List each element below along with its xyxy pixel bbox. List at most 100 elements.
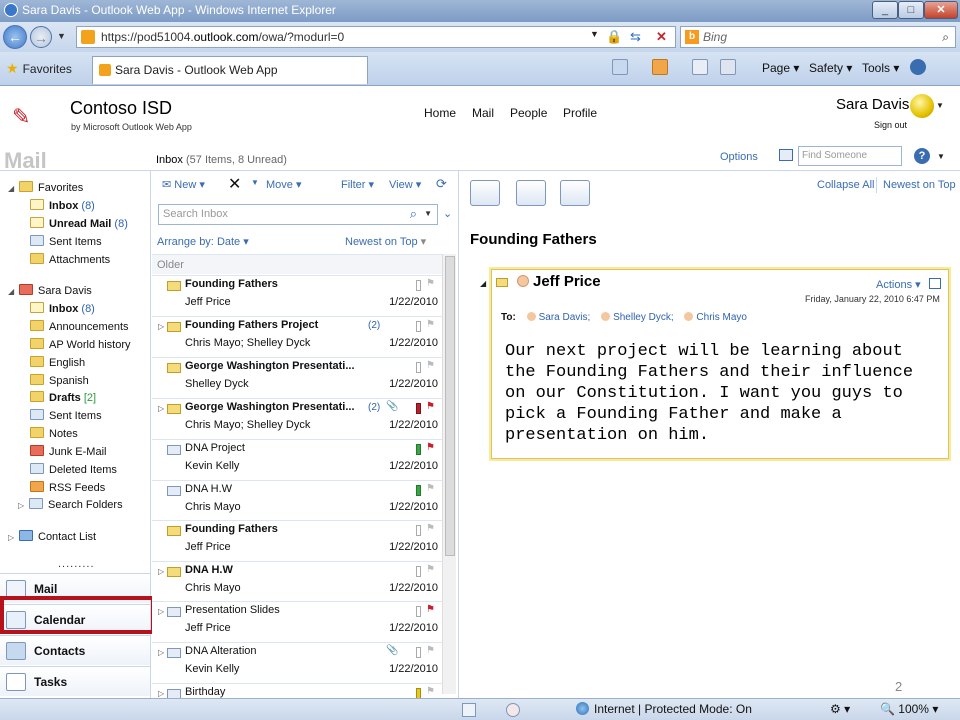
search-inbox-input[interactable]: Search Inbox ⌕ ▼ [158, 204, 438, 225]
tools-menu[interactable]: Tools ▾ [862, 61, 899, 75]
flag-icon[interactable]: ⚑ [426, 483, 435, 494]
recipient[interactable]: Shelley Dyck; [601, 312, 674, 323]
flag-icon[interactable]: ⚑ [426, 442, 435, 453]
help-chevron-icon[interactable]: ▼ [937, 152, 945, 161]
nav-people[interactable]: People [510, 106, 547, 120]
message-row[interactable]: ▷ Founding Fathers Project (2) Chris May… [152, 316, 442, 356]
expand-conversation-icon[interactable]: ▷ [158, 322, 164, 331]
sidebar-item-search-folders[interactable]: ▷ Search Folders [18, 498, 123, 511]
actions-menu[interactable]: Actions ▾ [876, 278, 921, 291]
safety-menu[interactable]: Safety ▾ [809, 61, 852, 75]
sign-out-link[interactable]: Sign out [874, 120, 907, 130]
minimize-button[interactable]: _ [872, 1, 898, 19]
sidebar-item-spanish[interactable]: Spanish [30, 374, 89, 387]
sidebar-item-rss[interactable]: RSS Feeds [30, 481, 105, 494]
nav-tasks-button[interactable]: Tasks [0, 666, 150, 696]
conversation-order-link[interactable]: Newest on Top [883, 179, 956, 191]
expand-search-icon[interactable]: ⌄ [443, 207, 452, 220]
sort-order[interactable]: Newest on Top ▾ [345, 235, 426, 248]
delete-icon[interactable]: ✕ [228, 174, 241, 194]
message-row[interactable]: ▷ Birthday ⚑ [152, 683, 442, 698]
home-icon[interactable] [612, 59, 628, 75]
flag-icon[interactable]: ⚑ [426, 564, 435, 575]
history-dropdown-icon[interactable]: ▼ [57, 31, 66, 41]
category-icon[interactable] [416, 688, 421, 698]
sidebar-item-drafts[interactable]: Drafts [2] [30, 391, 96, 404]
filter-button[interactable]: Filter ▾ [341, 178, 374, 191]
expand-conversation-icon[interactable]: ▷ [158, 689, 164, 698]
user-menu-chevron-icon[interactable]: ▼ [936, 101, 944, 110]
category-icon[interactable] [416, 647, 421, 658]
category-icon[interactable] [416, 566, 421, 577]
mail-icon[interactable] [692, 59, 708, 75]
search-icon[interactable]: ⌕ [410, 206, 417, 222]
arrange-by[interactable]: Arrange by: Date ▾ [157, 235, 249, 248]
presence-status-icon[interactable] [910, 94, 934, 118]
sidebar-item-unread-mail[interactable]: Unread Mail (8) [30, 217, 128, 230]
reply-icon[interactable] [470, 180, 500, 206]
user-name[interactable]: Sara Davis [836, 96, 909, 113]
message-row[interactable]: ▷ DNA Alteration 📎 Kevin Kelly 1/22/2010… [152, 642, 442, 682]
flag-icon[interactable]: ⚑ [426, 645, 435, 656]
sidebar-item-announcements[interactable]: Announcements [30, 320, 129, 333]
sidebar-item-inbox[interactable]: Inbox (8) [30, 302, 95, 315]
sidebar-item-attachments[interactable]: Attachments [30, 253, 110, 266]
message-list-scrollbar[interactable] [442, 254, 456, 694]
stop-icon[interactable]: ✕ [656, 29, 667, 45]
message-row[interactable]: ▷ DNA H.W Chris Mayo 1/22/2010 ⚑ [152, 561, 442, 601]
new-button[interactable]: ✉ New ▾ [162, 178, 205, 191]
search-input[interactable]: b Bing ⌕ [680, 26, 956, 48]
protected-mode-icon[interactable]: ⚙ ▾ [830, 702, 850, 716]
nav-mail[interactable]: Mail [472, 106, 494, 120]
zoom-level[interactable]: 🔍 100% ▾ [880, 702, 938, 716]
refresh-icon[interactable]: ⟳ [436, 176, 447, 192]
browser-tab[interactable]: Sara Davis - Outlook Web App [92, 56, 368, 84]
category-icon[interactable] [416, 525, 421, 536]
help-icon[interactable] [910, 59, 926, 75]
nav-home[interactable]: Home [424, 106, 456, 120]
collapse-message-icon[interactable]: ◢ [480, 279, 486, 288]
sidebar-item-junk[interactable]: Junk E-Mail [30, 445, 106, 458]
back-button[interactable]: ← [3, 25, 27, 49]
splitter-grip[interactable]: ......... [58, 558, 95, 570]
sidebar-item-fav-inbox[interactable]: Inbox (8) [30, 199, 95, 212]
message-row[interactable]: Founding Fathers Jeff Price 1/22/2010 ⚑ [152, 275, 442, 315]
flag-icon[interactable]: ⚑ [426, 319, 435, 330]
category-icon[interactable] [416, 362, 421, 373]
message-row[interactable]: DNA H.W Chris Mayo 1/22/2010 ⚑ [152, 480, 442, 520]
expand-conversation-icon[interactable]: ▷ [158, 607, 164, 616]
sidebar-item-ap-world-history[interactable]: AP World history [30, 338, 131, 351]
flag-icon[interactable]: ⚑ [426, 278, 435, 289]
category-icon[interactable] [416, 444, 421, 455]
expand-conversation-icon[interactable]: ▷ [158, 648, 164, 657]
sidebar-item-english[interactable]: English [30, 356, 85, 369]
forward-icon[interactable] [560, 180, 590, 206]
nav-contacts-button[interactable]: Contacts [0, 635, 150, 665]
nav-profile[interactable]: Profile [563, 106, 597, 120]
url-field[interactable]: https://pod51004.outlook.com/owa/?modurl… [76, 26, 676, 48]
find-someone-input[interactable]: Find Someone [798, 146, 902, 166]
popout-icon[interactable] [929, 278, 941, 289]
message-row[interactable]: DNA Project Kevin Kelly 1/22/2010 ⚑ [152, 439, 442, 479]
message-row[interactable]: Founding Fathers Jeff Price 1/22/2010 ⚑ [152, 520, 442, 560]
category-icon[interactable] [416, 321, 421, 332]
favorites-button[interactable]: ★ Favorites [6, 60, 72, 77]
flag-icon[interactable]: ⚑ [426, 360, 435, 371]
message-row[interactable]: ▷ George Washington Presentati... (2) 📎 … [152, 398, 442, 438]
message-row[interactable]: George Washington Presentati... Shelley … [152, 357, 442, 397]
sidebar-item-fav-sent[interactable]: Sent Items [30, 235, 102, 248]
flag-icon[interactable]: ⚑ [426, 401, 435, 412]
address-book-icon[interactable] [779, 149, 793, 161]
message-row[interactable]: ▷ Presentation Slides Jeff Price 1/22/20… [152, 601, 442, 641]
lock-icon[interactable]: 🔒 [606, 29, 622, 45]
options-link[interactable]: Options [720, 151, 758, 163]
sidebar-item-notes[interactable]: Notes [30, 427, 78, 440]
category-icon[interactable] [416, 485, 421, 496]
url-dropdown-icon[interactable]: ▼ [590, 29, 599, 39]
flag-icon[interactable]: ⚑ [426, 686, 435, 697]
category-icon[interactable] [416, 403, 421, 414]
delete-chevron-icon[interactable]: ▼ [251, 178, 259, 187]
expand-conversation-icon[interactable]: ▷ [158, 404, 164, 413]
sidebar-item-sent[interactable]: Sent Items [30, 409, 102, 422]
view-button[interactable]: View ▾ [389, 178, 421, 191]
